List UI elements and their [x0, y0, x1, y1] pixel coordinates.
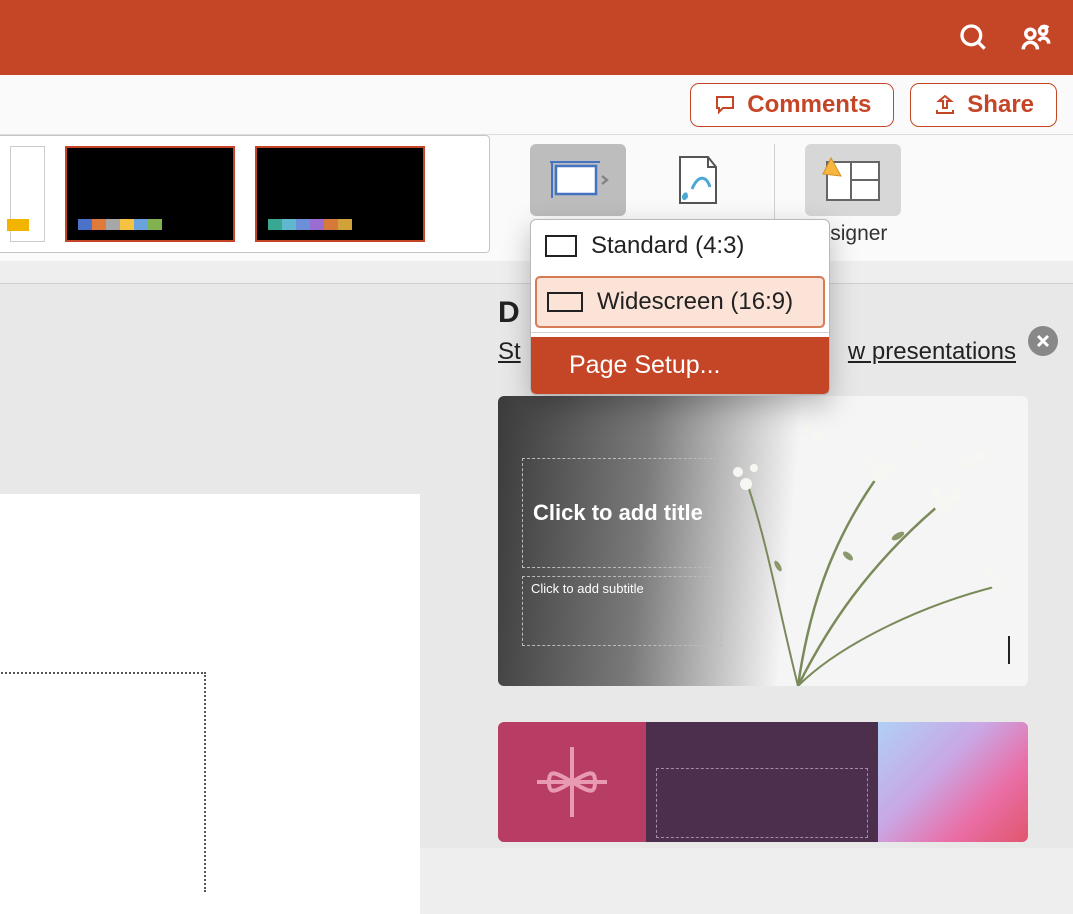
slide-size-dropdown: Standard (4:3) Widescreen (16:9) Page Se… [530, 219, 830, 395]
dropdown-item-standard[interactable]: Standard (4:3) [531, 220, 829, 272]
presence-share-icon[interactable] [1019, 21, 1053, 55]
designer-panel-link-prefix[interactable]: St [498, 338, 521, 366]
share-button[interactable]: Share [910, 83, 1057, 127]
design-suggestion-2[interactable] [498, 722, 1028, 842]
placeholder-box[interactable] [0, 672, 206, 892]
designer-panel-link-suffix[interactable]: w presentations [848, 338, 1016, 366]
dropdown-item-page-setup[interactable]: Page Setup... [531, 337, 829, 394]
design2-left-panel [498, 722, 646, 842]
format-background-icon [648, 144, 744, 216]
theme-thumb-2[interactable] [65, 146, 235, 242]
action-bar: Comments Share [0, 75, 1073, 135]
comments-button[interactable]: Comments [690, 83, 894, 127]
widescreen-label: Widescreen (16:9) [597, 288, 793, 316]
text-cursor [1008, 636, 1010, 664]
aspect-16-9-icon [547, 292, 583, 312]
design-suggestion-1[interactable]: Click to add title Click to add subtitle [498, 396, 1028, 686]
slide-size-button[interactable] [530, 144, 626, 216]
slide-size-icon [530, 144, 626, 216]
theme-thumb-3[interactable] [255, 146, 425, 242]
design2-placeholder-box [656, 768, 868, 838]
designer-icon [805, 144, 901, 216]
dropdown-item-widescreen[interactable]: Widescreen (16:9) [535, 276, 825, 328]
standard-label: Standard (4:3) [591, 232, 744, 260]
title-bar [0, 0, 1073, 75]
share-label: Share [967, 91, 1034, 119]
page-setup-label: Page Setup... [569, 351, 721, 380]
design2-right-panel [878, 722, 1028, 842]
design2-mid-panel [646, 722, 878, 842]
aspect-4-3-icon [545, 235, 577, 257]
bow-icon [537, 747, 607, 817]
search-icon[interactable] [957, 21, 991, 55]
comments-label: Comments [747, 91, 871, 119]
dropdown-separator [531, 332, 829, 333]
design1-subtitle-placeholder: Click to add subtitle [522, 576, 722, 646]
design1-title-placeholder: Click to add title [522, 458, 722, 568]
theme-gallery[interactable] [0, 135, 490, 253]
close-panel-button[interactable] [1028, 326, 1058, 356]
format-background-button[interactable] [648, 144, 744, 216]
theme-thumb-1[interactable] [10, 146, 45, 242]
